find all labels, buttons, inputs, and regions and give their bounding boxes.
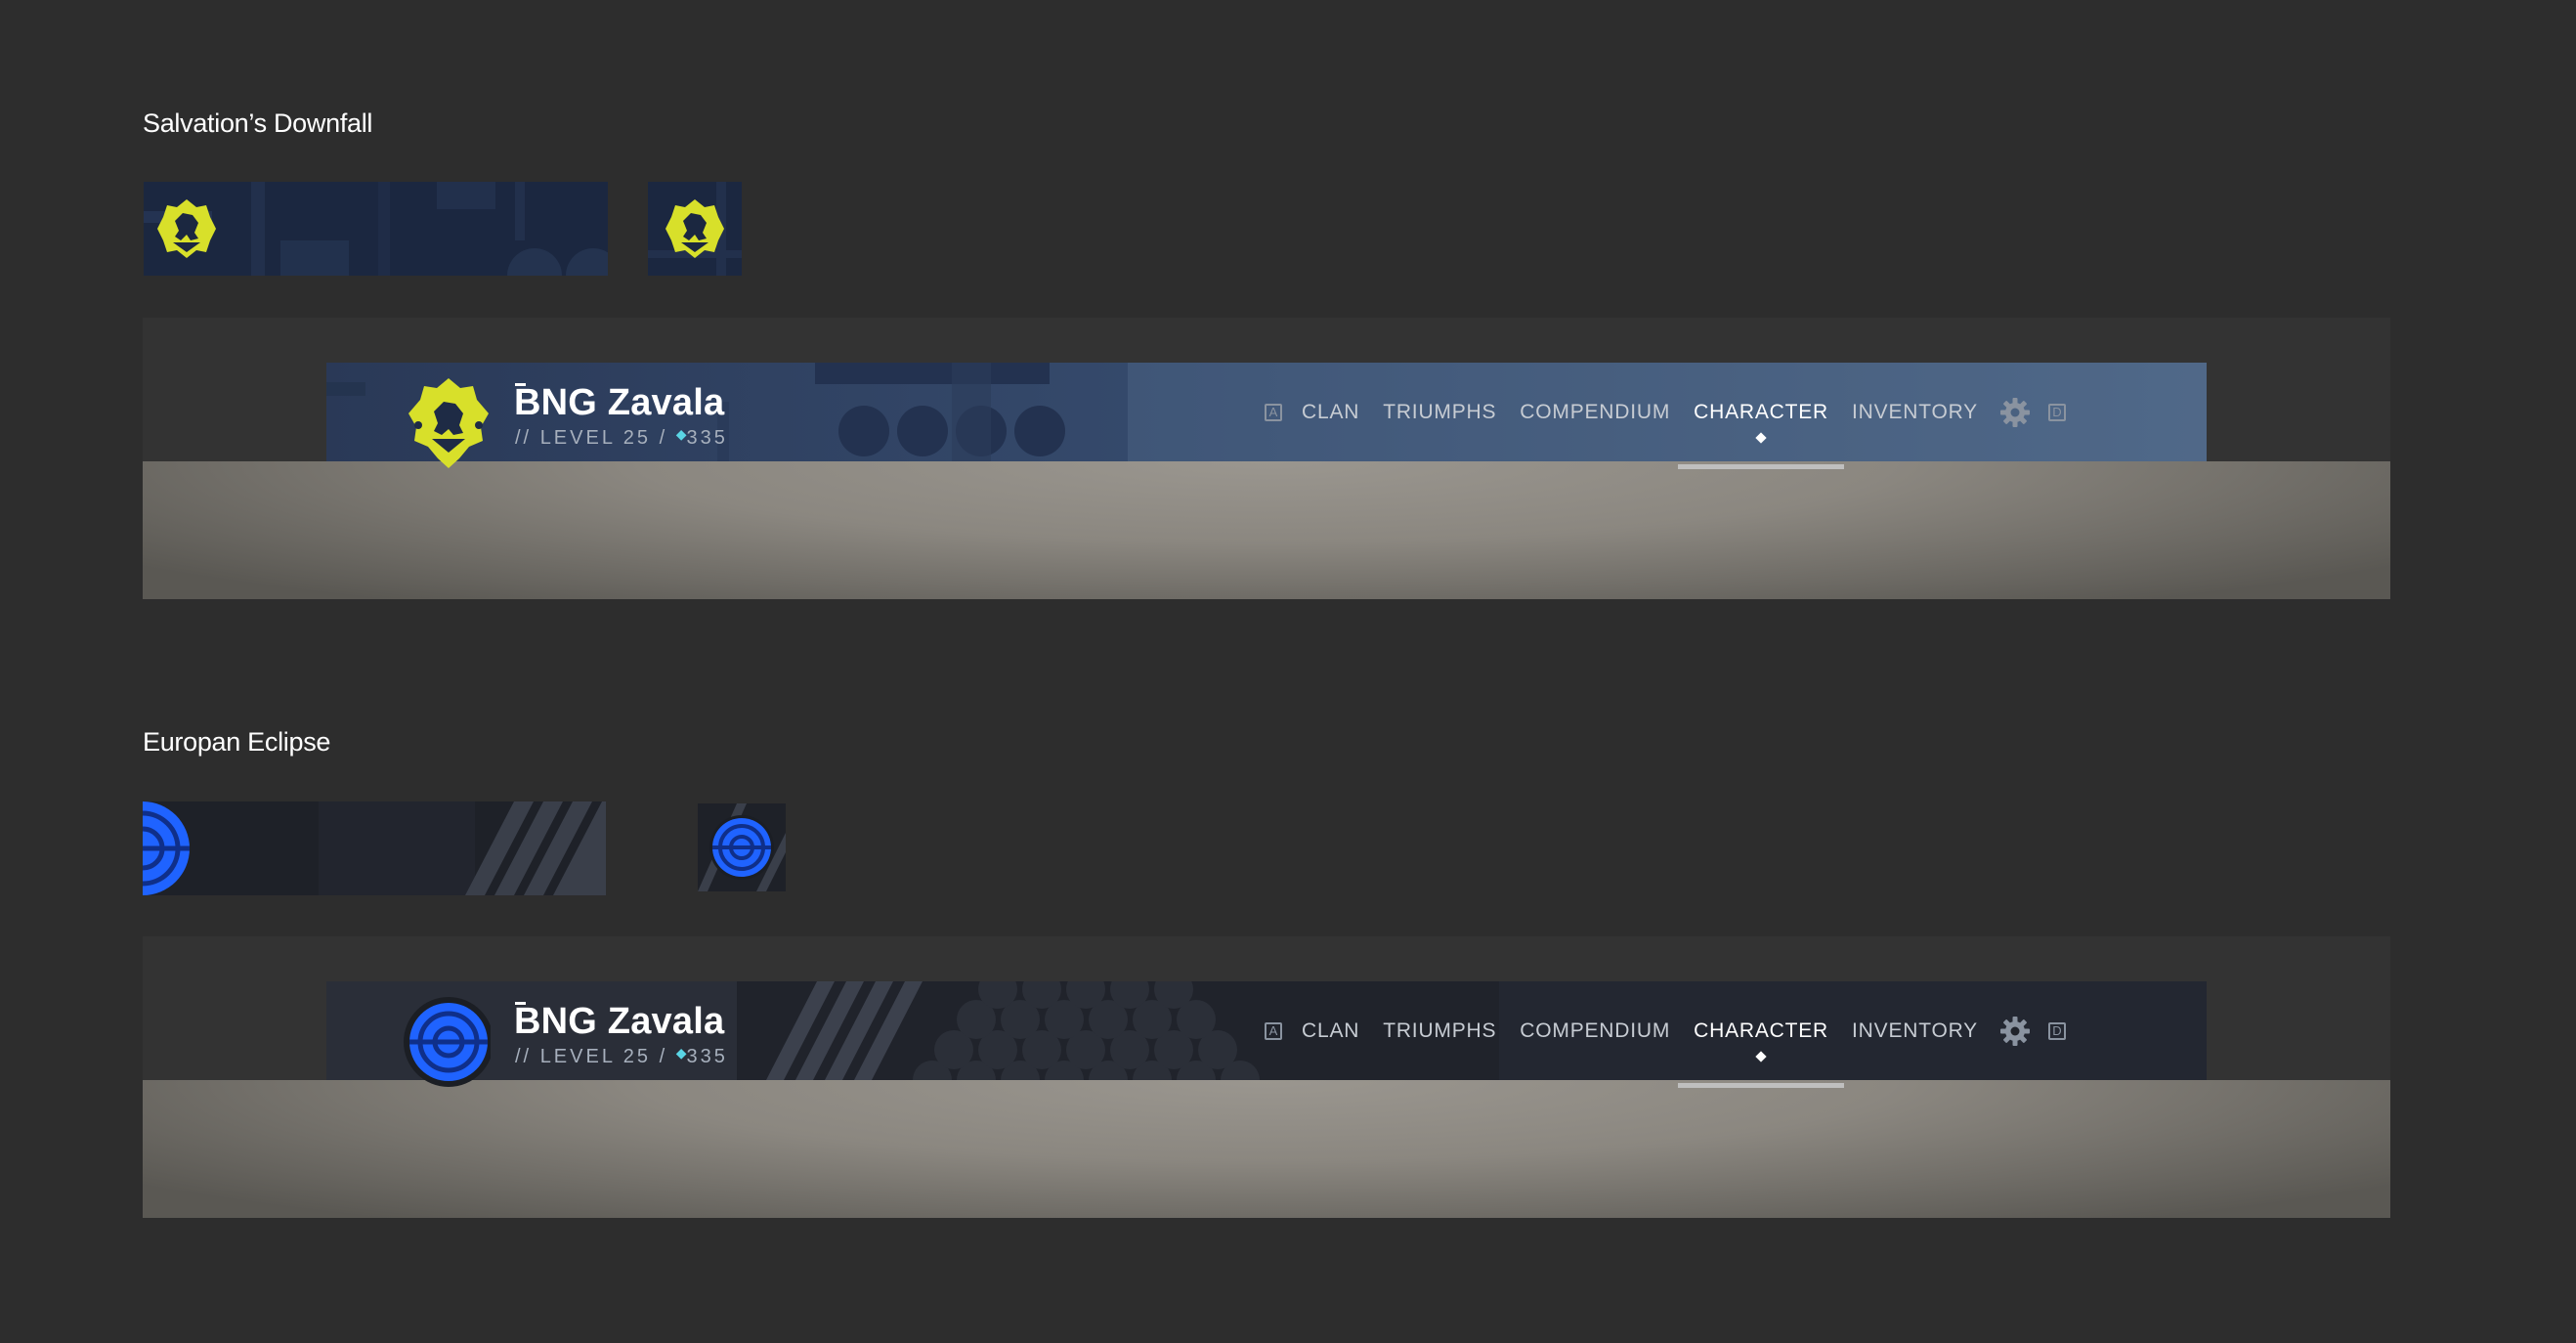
tab-character[interactable]: CHARACTER [1678, 400, 1845, 469]
nav-links: A CLAN TRIUMPHS COMPENDIUM CHARACTER INV… [1257, 981, 2074, 1088]
section-title-europan-eclipse: Europan Eclipse [143, 727, 331, 757]
key-hint-a[interactable]: A [1265, 403, 1282, 421]
key-hint-d[interactable]: D [2048, 1021, 2066, 1040]
page-background [143, 1080, 2390, 1218]
navbar-preview-europan-eclipse: BNG Zavala // LEVEL 25 / ◆335 A CLAN TRI… [143, 936, 2390, 1218]
player-level: // LEVEL 25 / ◆335 [515, 1045, 728, 1068]
emblem-icon-small [648, 182, 742, 276]
active-underline [1678, 1082, 1845, 1088]
tab-compendium[interactable]: COMPENDIUM [1508, 1019, 1682, 1043]
light-value: 335 [686, 1046, 728, 1067]
emblem-banner-wide [143, 801, 606, 895]
level-label: LEVEL 25 / [539, 1046, 668, 1067]
active-diamond-icon [1755, 431, 1767, 444]
tab-compendium[interactable]: COMPENDIUM [1508, 401, 1682, 424]
tab-character[interactable]: CHARACTER [1678, 1018, 1845, 1088]
diamond-icon: ◆ [675, 1045, 687, 1061]
tab-character-label: CHARACTER [1694, 1018, 1829, 1042]
level-prefix: // [515, 1046, 533, 1067]
key-hint-d[interactable]: D [2048, 403, 2066, 421]
gear-icon[interactable] [1999, 1016, 2031, 1047]
emblem-banner-wide [144, 182, 608, 276]
gear-icon[interactable] [1999, 397, 2031, 428]
player-name: BNG Zavala [514, 382, 725, 423]
emblem-icon [408, 378, 489, 468]
tab-character-label: CHARACTER [1694, 400, 1829, 423]
player-level: // LEVEL 25 / ◆335 [515, 426, 728, 450]
level-prefix: // [515, 427, 533, 449]
emblem-icon-small [698, 803, 786, 891]
active-underline [1678, 463, 1845, 469]
navbar: BNG Zavala // LEVEL 25 / ◆335 A CLAN TRI… [326, 981, 2207, 1088]
key-hint-a[interactable]: A [1265, 1021, 1282, 1040]
page-background [143, 461, 2390, 599]
tab-clan[interactable]: CLAN [1290, 401, 1371, 424]
tab-triumphs[interactable]: TRIUMPHS [1371, 401, 1508, 424]
section-title-salvations-downfall: Salvation’s Downfall [143, 108, 373, 138]
nav-links: A CLAN TRIUMPHS COMPENDIUM CHARACTER INV… [1257, 363, 2074, 469]
tab-inventory[interactable]: INVENTORY [1840, 401, 1990, 424]
level-label: LEVEL 25 / [539, 427, 668, 449]
emblem-icon [404, 997, 491, 1087]
tab-inventory[interactable]: INVENTORY [1840, 1019, 1990, 1043]
navbar: BNG Zavala // LEVEL 25 / ◆335 A CLAN TRI… [326, 363, 2207, 469]
tab-triumphs[interactable]: TRIUMPHS [1371, 1019, 1508, 1043]
diamond-icon: ◆ [675, 426, 687, 442]
navbar-preview-salvations-downfall: BNG Zavala // LEVEL 25 / ◆335 A CLAN TRI… [143, 318, 2390, 599]
light-value: 335 [686, 427, 728, 449]
player-name: BNG Zavala [514, 1001, 725, 1042]
active-diamond-icon [1755, 1050, 1767, 1062]
tab-clan[interactable]: CLAN [1290, 1019, 1371, 1043]
